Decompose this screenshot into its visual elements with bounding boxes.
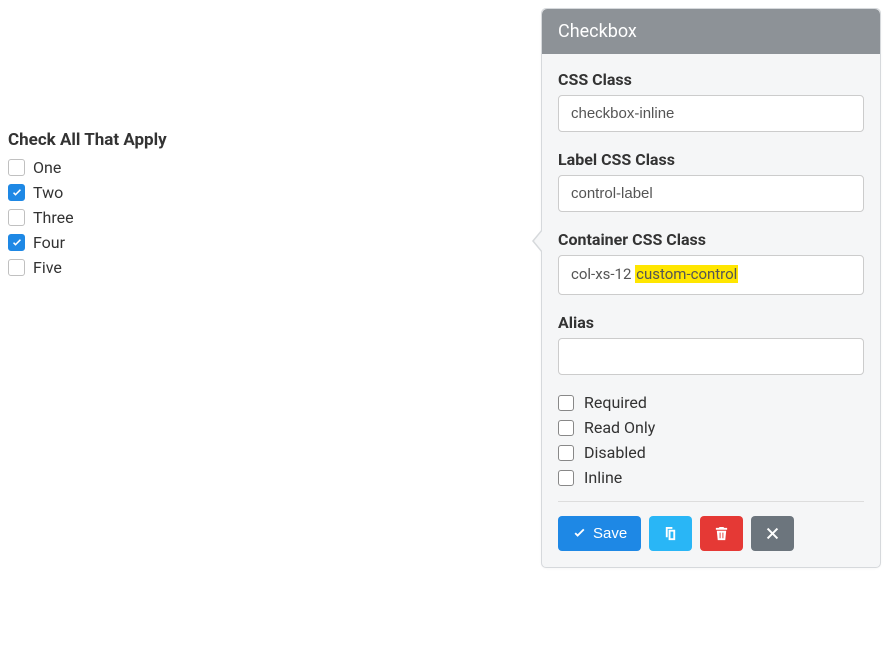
close-icon <box>765 526 780 541</box>
preview-checkbox-list: One Two Three Four Five <box>8 158 498 277</box>
close-button[interactable] <box>751 516 794 551</box>
checkbox-icon[interactable] <box>8 259 25 276</box>
checkbox-icon[interactable] <box>558 420 574 436</box>
copy-button[interactable] <box>649 516 692 551</box>
option-label: Inline <box>584 468 622 487</box>
label-css-class-label: Label CSS Class <box>558 150 864 169</box>
preview-checkbox-label: Four <box>33 233 65 252</box>
field-alias: Alias <box>558 313 864 375</box>
field-container-css-class: Container CSS Class col-xs-12 custom-con… <box>558 230 864 295</box>
check-icon <box>572 526 587 541</box>
checkbox-icon[interactable] <box>8 234 25 251</box>
container-css-class-text: col-xs-12 <box>571 265 635 283</box>
preview-checkbox-label: Two <box>33 183 63 202</box>
preview-field-label: Check All That Apply <box>8 130 498 150</box>
button-row: Save <box>558 516 864 551</box>
save-button-label: Save <box>593 525 627 542</box>
checkbox-icon[interactable] <box>558 395 574 411</box>
field-css-class: CSS Class <box>558 70 864 132</box>
alias-input[interactable] <box>558 338 864 375</box>
preview-checkbox-item[interactable]: Two <box>8 183 498 202</box>
field-label-css-class: Label CSS Class <box>558 150 864 212</box>
copy-icon <box>663 526 678 541</box>
option-inline[interactable]: Inline <box>558 468 864 487</box>
preview-checkbox-label: Three <box>33 208 74 227</box>
preview-checkbox-label: Five <box>33 258 62 277</box>
container-css-class-highlight: custom-control <box>635 265 738 283</box>
divider <box>558 501 864 502</box>
option-label: Read Only <box>584 418 655 437</box>
alias-label: Alias <box>558 313 864 332</box>
preview-area: Check All That Apply One Two Three Four … <box>8 130 498 277</box>
option-label: Disabled <box>584 443 646 462</box>
checkbox-icon[interactable] <box>558 470 574 486</box>
css-class-input[interactable] <box>558 95 864 132</box>
preview-checkbox-item[interactable]: Four <box>8 233 498 252</box>
option-read-only[interactable]: Read Only <box>558 418 864 437</box>
checkbox-icon[interactable] <box>558 445 574 461</box>
container-css-class-input[interactable]: col-xs-12 custom-control <box>558 255 864 295</box>
checkbox-icon[interactable] <box>8 159 25 176</box>
panel-options: Required Read Only Disabled Inline <box>558 393 864 487</box>
trash-icon <box>714 526 729 541</box>
label-css-class-input[interactable] <box>558 175 864 212</box>
container-css-class-label: Container CSS Class <box>558 230 864 249</box>
preview-checkbox-item[interactable]: Three <box>8 208 498 227</box>
delete-button[interactable] <box>700 516 743 551</box>
option-required[interactable]: Required <box>558 393 864 412</box>
option-disabled[interactable]: Disabled <box>558 443 864 462</box>
css-class-label: CSS Class <box>558 70 864 89</box>
properties-panel: Checkbox CSS Class Label CSS Class Conta… <box>541 8 881 568</box>
preview-checkbox-label: One <box>33 158 61 177</box>
checkbox-icon[interactable] <box>8 209 25 226</box>
save-button[interactable]: Save <box>558 516 641 551</box>
checkbox-icon[interactable] <box>8 184 25 201</box>
option-label: Required <box>584 393 647 412</box>
preview-checkbox-item[interactable]: One <box>8 158 498 177</box>
preview-checkbox-item[interactable]: Five <box>8 258 498 277</box>
panel-title: Checkbox <box>542 9 880 54</box>
